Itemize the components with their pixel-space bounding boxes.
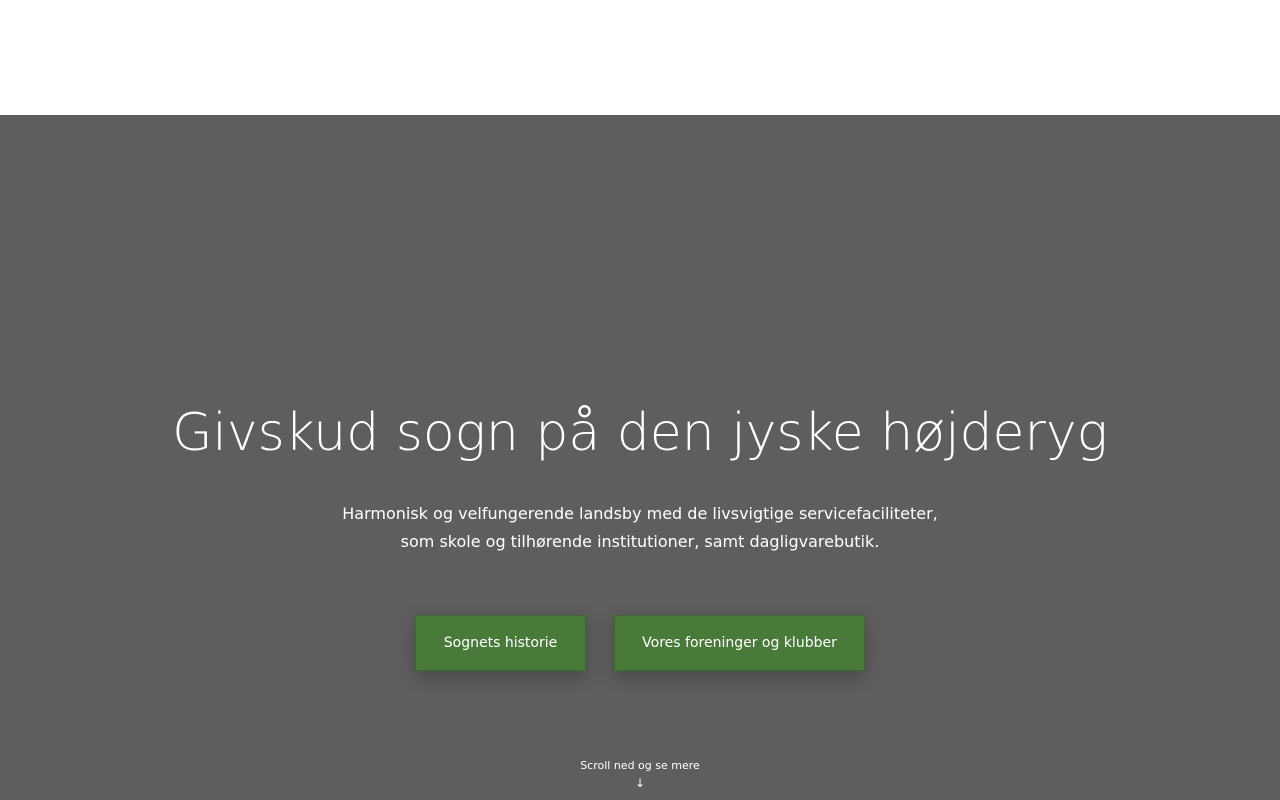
hero-subtitle: Harmonisk og velfungerende landsby med d… (0, 500, 1280, 556)
hero-subtitle-line-2: som skole og tilhørende institutioner, s… (400, 532, 880, 551)
arrow-down-icon: ↓ (634, 776, 646, 790)
scroll-hint[interactable]: Scroll ned og se mere ↓ (0, 759, 1280, 790)
hero-title: Givskud sogn på den jyske højderyg (172, 403, 1108, 463)
scroll-hint-label: Scroll ned og se mere (580, 759, 700, 772)
hero-section: Givskud sogn på den jyske højderyg Harmo… (0, 115, 1280, 800)
clubs-button[interactable]: Vores foreninger og klubber (614, 615, 865, 671)
site-header (0, 0, 1280, 115)
history-button[interactable]: Sognets historie (415, 615, 586, 671)
hero-subtitle-line-1: Harmonisk og velfungerende landsby med d… (342, 504, 938, 523)
